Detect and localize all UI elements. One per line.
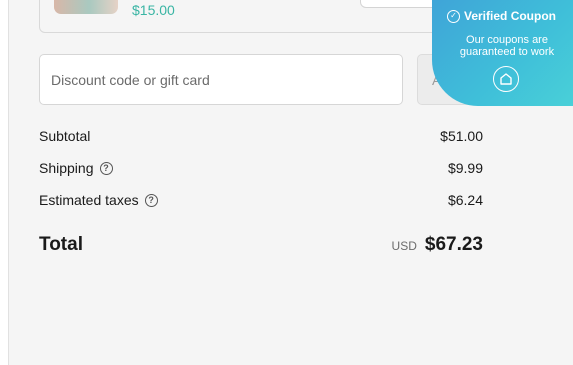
shipping-value: $9.99 — [447, 160, 483, 176]
shipping-label: Shipping — [39, 160, 94, 176]
subtotal-label: Subtotal — [39, 128, 91, 144]
currency-code: USD — [391, 239, 417, 253]
coupon-subtitle: Our coupons are guaranteed to work — [459, 34, 555, 58]
taxes-row: Estimated taxes ? $6.24 — [39, 192, 483, 208]
check-circle-icon: ✓ — [447, 9, 460, 23]
shipping-row: Shipping ? $9.99 — [39, 160, 483, 176]
product-thumbnail — [54, 0, 118, 14]
taxes-value: $6.24 — [447, 192, 483, 208]
subtotal-row: Subtotal $51.00 — [39, 128, 483, 144]
verified-coupon-badge[interactable]: ✓ Verified Coupon Our coupons are guaran… — [432, 0, 573, 106]
taxes-help-icon[interactable]: ? — [144, 193, 158, 207]
total-label: Total — [39, 234, 83, 255]
checkout-form-edge — [0, 0, 9, 365]
total-value: $67.23 — [424, 234, 483, 255]
shipping-help-icon[interactable]: ? — [99, 161, 113, 175]
total-row: Total USD $67.23 — [39, 234, 483, 256]
home-icon[interactable] — [493, 66, 519, 92]
discount-code-input[interactable] — [39, 54, 403, 105]
coupon-title-text: Verified Coupon — [464, 9, 557, 23]
product-price: $15.00 — [132, 2, 175, 18]
taxes-label: Estimated taxes — [39, 192, 139, 208]
coupon-title: ✓ Verified Coupon — [447, 9, 556, 23]
subtotal-value: $51.00 — [440, 128, 483, 144]
